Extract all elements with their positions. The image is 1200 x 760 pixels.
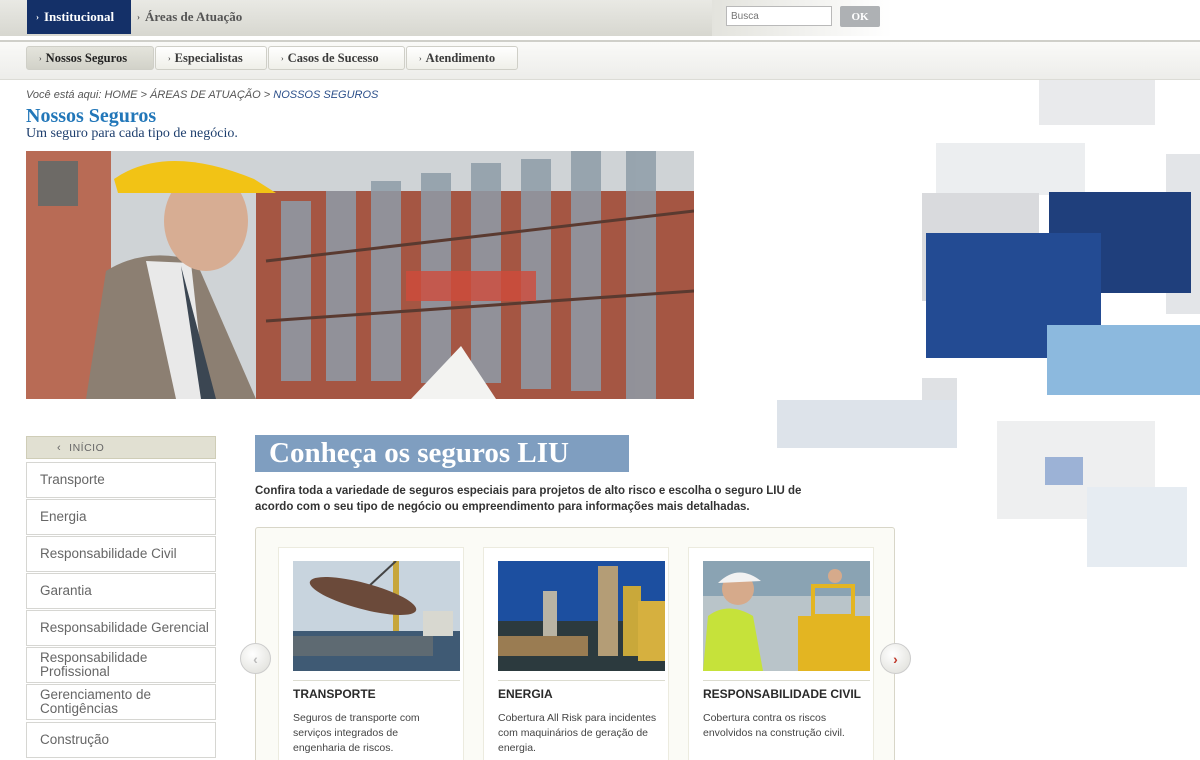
breadcrumb-areas[interactable]: ÁREAS DE ATUAÇÃO [150, 89, 261, 101]
sidebar-item-transporte[interactable]: Transporte [26, 462, 216, 498]
subtab-especialistas[interactable]: › Especialistas [155, 46, 267, 70]
breadcrumb-current: NOSSOS SEGUROS [273, 89, 379, 101]
chevron-left-icon: ‹ [253, 650, 258, 667]
intro-text: Confira toda a variedade de seguros espe… [255, 485, 802, 513]
page-subtitle: Um seguro para cada tipo de negócio. [26, 126, 238, 141]
card-title[interactable]: TRANSPORTE [293, 687, 376, 701]
top-bar: › Institucional › Áreas de Atuação OK [0, 0, 1200, 36]
card-divider [293, 680, 460, 681]
breadcrumb-prefix: Você está aqui: [26, 89, 102, 101]
card-image [498, 561, 665, 671]
construction-engineer-illustration [26, 151, 694, 399]
chevron-right-icon: › [39, 53, 42, 63]
search-ok-button[interactable]: OK [840, 6, 880, 27]
card-energia[interactable]: ENERGIA Cobertura All Risk para incident… [483, 547, 669, 760]
card-divider [703, 680, 870, 681]
section-banner: Conheça os seguros LIU [255, 435, 629, 472]
tab-institucional[interactable]: › Institucional [27, 0, 131, 34]
subtab-label: Nossos Seguros [45, 50, 128, 65]
subtab-label: Casos de Sucesso [287, 50, 379, 65]
page-title: Nossos Seguros [26, 105, 157, 127]
card-image [703, 561, 870, 671]
subtab-casos-de-sucesso[interactable]: › Casos de Sucesso [268, 46, 405, 70]
chevron-right-icon: › [281, 53, 284, 63]
card-transporte[interactable]: TRANSPORTE Seguros de transporte com ser… [278, 547, 464, 760]
card-image [293, 561, 460, 671]
carousel-prev-button[interactable]: ‹ [240, 643, 271, 674]
subtab-label: Especialistas [174, 50, 243, 65]
sidebar-item-energia[interactable]: Energia [26, 499, 216, 535]
chevron-left-icon: ‹ [57, 441, 62, 454]
secondary-nav: › Nossos Seguros › Especialistas › Casos… [0, 40, 1200, 80]
card-description: Cobertura contra os riscos envolvidos na… [703, 712, 845, 739]
power-plant-image [498, 561, 665, 671]
search-input[interactable] [726, 6, 832, 26]
sidebar-item-responsabilidade-gerencial[interactable]: Responsabilidade Gerencial [26, 610, 216, 646]
tab-label: Institucional [44, 9, 115, 24]
chevron-right-icon: › [893, 650, 898, 667]
carousel-next-button[interactable]: › [880, 643, 911, 674]
tab-label: Áreas de Atuação [145, 9, 243, 24]
chevron-right-icon: › [137, 12, 140, 22]
construction-workers-image [703, 561, 870, 671]
sidebar-item-gerenciamento-de-contigencias[interactable]: Gerenciamento de Contigências [26, 684, 216, 720]
chevron-right-icon: › [419, 53, 422, 63]
sidebar-item-construcao[interactable]: Construção [26, 722, 216, 758]
card-responsabilidade-civil[interactable]: RESPONSABILIDADE CIVIL Cobertura contra … [688, 547, 874, 760]
card-title[interactable]: ENERGIA [498, 687, 553, 701]
sidebar-home-button[interactable]: ‹ INÍCIO [26, 436, 216, 459]
sidebar-item-responsabilidade-profissional[interactable]: Responsabilidade Profissional [26, 647, 216, 683]
breadcrumb-separator: > [140, 89, 147, 101]
breadcrumb-home[interactable]: HOME [104, 89, 137, 101]
cargo-ship-image [293, 561, 460, 671]
card-title[interactable]: RESPONSABILIDADE CIVIL [703, 687, 861, 701]
page: › Institucional › Áreas de Atuação OK › … [0, 0, 1200, 760]
tab-areas-de-atuacao[interactable]: › Áreas de Atuação [137, 0, 242, 34]
subtab-atendimento[interactable]: › Atendimento [406, 46, 518, 70]
breadcrumb: Você está aqui: HOME > ÁREAS DE ATUAÇÃO … [26, 89, 378, 101]
card-description: Cobertura All Risk para incidentes com m… [498, 712, 657, 754]
card-divider [498, 680, 665, 681]
sidebar-item-garantia[interactable]: Garantia [26, 573, 216, 609]
insurance-carousel: TRANSPORTE Seguros de transporte com ser… [255, 527, 895, 760]
sidebar-home-label: INÍCIO [69, 441, 105, 454]
hero-image [26, 151, 694, 399]
chevron-right-icon: › [36, 12, 39, 22]
breadcrumb-separator: > [263, 89, 271, 101]
subtab-nossos-seguros[interactable]: › Nossos Seguros [26, 46, 154, 70]
subtab-label: Atendimento [425, 50, 496, 65]
sidebar-item-responsabilidade-civil[interactable]: Responsabilidade Civil [26, 536, 216, 572]
chevron-right-icon: › [168, 53, 171, 63]
card-description: Seguros de transporte com serviços integ… [293, 712, 420, 754]
